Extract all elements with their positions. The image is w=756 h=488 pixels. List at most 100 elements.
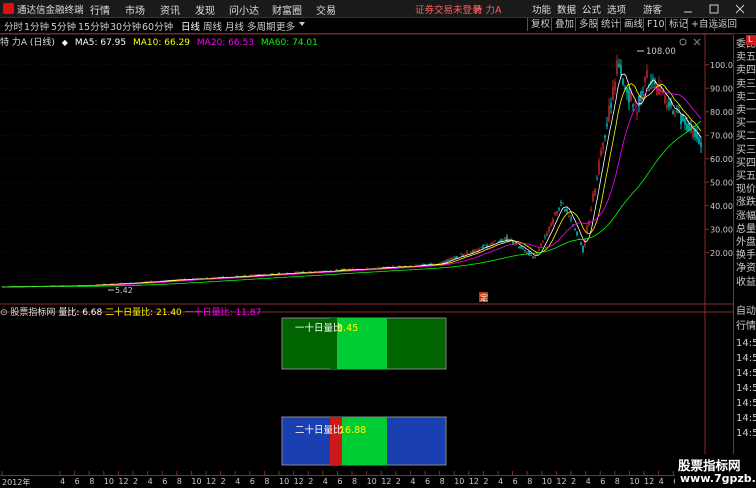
candle-body xyxy=(680,114,682,125)
date-tick-label: 8 xyxy=(352,477,358,486)
menu-wenxiaoda[interactable]: 问小达 xyxy=(229,2,259,17)
candle-body xyxy=(684,118,686,125)
indicator-arrows-icon[interactable]: ◆ xyxy=(62,38,68,47)
ma5-line xyxy=(2,73,702,288)
box-ten-day-value: 9.45 xyxy=(337,323,358,334)
candle-body xyxy=(548,226,550,232)
panel-field-10: 买五 xyxy=(736,171,756,182)
date-tick-label: 12 xyxy=(556,477,567,486)
menu-shuju[interactable]: 数据 xyxy=(557,2,576,16)
menu-hangqing[interactable]: 行情 xyxy=(90,2,110,17)
btn-back[interactable]: 返回 xyxy=(714,18,740,31)
menu-faxian[interactable]: 发现 xyxy=(195,2,215,17)
candle-body xyxy=(582,246,584,253)
date-tick-label: 12 xyxy=(381,477,392,486)
date-tick-label: 10 xyxy=(454,477,465,486)
menu-shichang[interactable]: 市场 xyxy=(125,2,145,17)
period-1min[interactable]: 1分钟 xyxy=(24,19,49,33)
candle-body xyxy=(554,212,556,215)
period-15min[interactable]: 15分钟 xyxy=(78,19,109,33)
guest-label[interactable]: 游客 xyxy=(643,2,662,16)
box-ten-day-label: 一十日量比 xyxy=(295,322,343,334)
chart-settings-icon[interactable] xyxy=(679,38,687,46)
app-name: 通达信金融终端 xyxy=(17,5,84,16)
stock-period-title: 特 力A (日线) xyxy=(0,38,55,48)
date-tick-label: 4 xyxy=(410,477,416,486)
candle-body xyxy=(614,81,616,91)
candle-body xyxy=(538,248,540,251)
menu-caifuquan[interactable]: 财富圈 xyxy=(272,2,302,17)
candle-body xyxy=(556,211,558,214)
candle-body xyxy=(422,264,424,265)
period-monthly[interactable]: 月线 xyxy=(225,19,244,33)
candle-body xyxy=(576,231,578,236)
date-tick-label: 6 xyxy=(249,477,255,486)
price-tick-label: 80.00 xyxy=(710,108,733,117)
kline-chart[interactable]: 100.0 90.00 80.00 70.00 60.00 50.00 40.00 30.00… xyxy=(0,33,733,475)
menu-zixun[interactable]: 资讯 xyxy=(160,2,180,17)
sub-chart-header: ⊙ 股票指标网 量比: 6.68 二十日量比: 21.40 一十日量比: 11.… xyxy=(0,305,261,318)
candle-body xyxy=(530,254,532,256)
btn-fuquan[interactable]: 复权 xyxy=(527,18,553,31)
candle-body xyxy=(480,247,482,248)
candle-body xyxy=(558,208,560,210)
title-bar: 通达信金融终端 行情 市场 资讯 发现 问小达 财富圈 交易 证券交易未登录 特… xyxy=(0,0,756,18)
chart-frame xyxy=(0,33,733,475)
date-tick-label: 6 xyxy=(162,477,168,486)
period-multi[interactable]: 多周期 xyxy=(247,19,276,33)
price-tick-label: 20.00 xyxy=(710,249,733,258)
date-tick-label: 4 xyxy=(235,477,241,486)
candle-body xyxy=(604,135,606,138)
date-tick-label: 12 xyxy=(118,477,129,486)
candle-body xyxy=(590,209,592,211)
menu-gongneng[interactable]: 功能 xyxy=(532,2,551,16)
period-60min[interactable]: 60分钟 xyxy=(142,19,173,33)
candle-body xyxy=(620,65,622,76)
date-tick-label: 12 xyxy=(468,477,479,486)
panel-field-16: 换手 xyxy=(736,250,756,262)
date-tick-label: 8 xyxy=(89,477,95,486)
maximize-icon[interactable] xyxy=(709,4,719,14)
sub-settings-icon[interactable]: ⊙ xyxy=(0,308,8,318)
panel-field-15: 外盘 xyxy=(736,237,756,248)
more-dropdown-icon[interactable] xyxy=(299,22,305,26)
candle-body xyxy=(570,218,572,220)
candle-body xyxy=(626,87,628,93)
candle-body xyxy=(566,209,568,212)
btn-diejia[interactable]: 叠加 xyxy=(551,18,577,31)
period-weekly[interactable]: 周线 xyxy=(203,19,222,33)
panel-auto-label[interactable]: 自动 xyxy=(736,305,756,318)
chart-close-icon[interactable] xyxy=(693,38,701,46)
candle-body xyxy=(674,114,676,116)
candle-body xyxy=(366,267,368,269)
candle-body xyxy=(448,259,450,261)
candle-body xyxy=(450,257,452,261)
date-tick-label: 6 xyxy=(600,477,606,486)
period-fenshi[interactable]: 分时 xyxy=(4,19,23,33)
menu-jiaoyi[interactable]: 交易 xyxy=(316,2,336,17)
candle-body xyxy=(466,251,468,255)
period-daily[interactable]: 日线 xyxy=(181,19,200,33)
panel-badge[interactable]: L xyxy=(746,35,756,45)
panel-field-6: 买一 xyxy=(736,118,756,130)
price-tick-label: 100.0 xyxy=(710,61,733,70)
ten-day-ratio-label: 一十日量比: 11.87 xyxy=(184,308,262,318)
period-30min[interactable]: 30分钟 xyxy=(110,19,141,33)
period-5min[interactable]: 5分钟 xyxy=(51,19,76,33)
candle-body xyxy=(666,104,668,109)
menu-gongshi[interactable]: 公式 xyxy=(582,2,601,16)
candle-body xyxy=(522,248,524,250)
app-logo-icon xyxy=(3,3,14,14)
menu-xuanxiang[interactable]: 选项 xyxy=(607,2,626,16)
login-notice[interactable]: 证券交易未登录 xyxy=(415,2,482,16)
period-more[interactable]: 更多 xyxy=(276,19,295,33)
panel-quote-label[interactable]: 行情 xyxy=(736,320,756,333)
close-icon[interactable] xyxy=(735,4,745,14)
candle-body xyxy=(562,203,564,204)
ratio-label: 量比: 6.68 xyxy=(58,308,103,318)
date-tick-label: 12 xyxy=(293,477,304,486)
candle-body xyxy=(484,245,486,246)
date-tick-label: 4 xyxy=(658,477,664,486)
indicator-name[interactable]: 股票指标网 xyxy=(10,308,55,318)
btn-f10[interactable]: F10 xyxy=(643,18,668,31)
